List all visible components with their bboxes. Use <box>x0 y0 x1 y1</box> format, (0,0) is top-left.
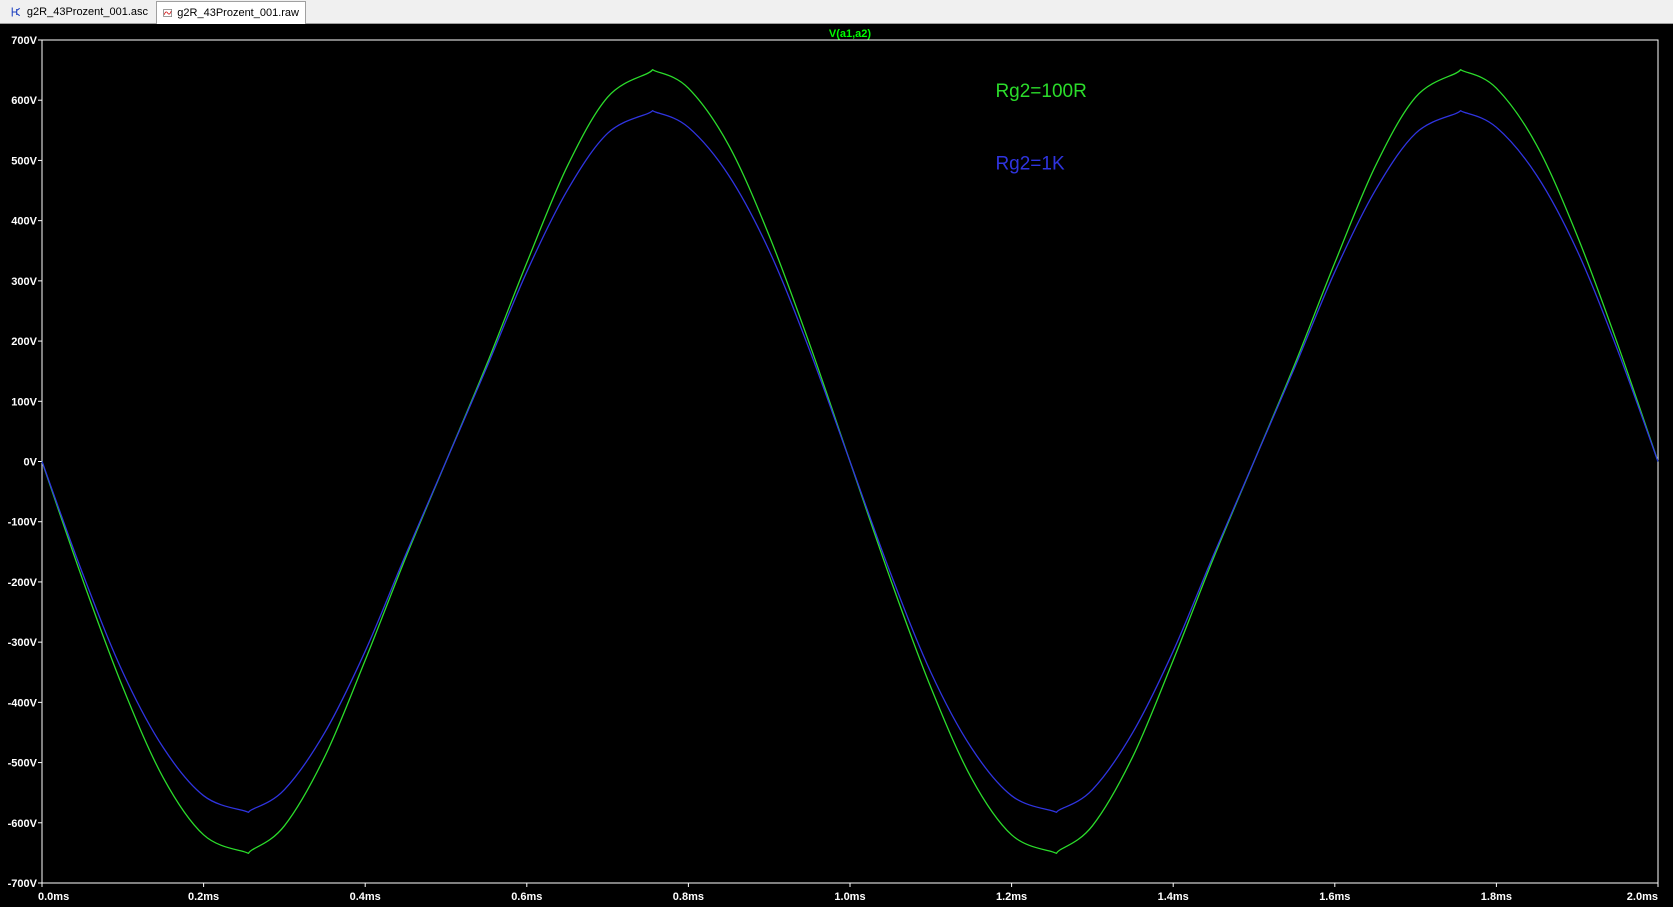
y-tick-label: -100V <box>8 517 38 529</box>
y-tick-label: -200V <box>8 577 38 589</box>
x-tick-label: 1.8ms <box>1481 891 1512 903</box>
x-tick-label: 0.4ms <box>350 891 381 903</box>
y-tick-label: 600V <box>11 95 37 107</box>
x-tick-label: 2.0ms <box>1627 891 1658 903</box>
waveform-chart[interactable]: V(a1,a2) 700V 600V 500V 400V 300V 200V 100V 0V -… <box>0 24 1673 907</box>
y-tick-label: 200V <box>11 336 37 348</box>
y-tick-label: -400V <box>8 697 38 709</box>
x-tick-label: 1.6ms <box>1319 891 1350 903</box>
y-axis: 700V 600V 500V 400V 300V 200V 100V 0V -100V -200V… <box>8 35 42 890</box>
x-tick-label: 0.0ms <box>38 891 69 903</box>
tab-waveform[interactable]: g2R_43Prozent_001.raw <box>156 1 306 24</box>
y-tick-label: -600V <box>8 818 38 830</box>
y-tick-label: 100V <box>11 396 37 408</box>
y-tick-label: -300V <box>8 637 38 649</box>
y-tick-label: 700V <box>11 35 37 47</box>
x-axis: 0.0ms 0.2ms 0.4ms 0.6ms 0.8ms 1.0ms 1.2ms 1.4ms… <box>38 883 1659 903</box>
x-tick-label: 0.2ms <box>188 891 219 903</box>
annotation-label-1: Rg2=100R <box>995 81 1086 102</box>
x-tick-label: 0.6ms <box>511 891 542 903</box>
y-tick-label: 300V <box>11 276 37 288</box>
x-tick-label: 1.0ms <box>834 891 865 903</box>
y-tick-label: 0V <box>24 457 38 469</box>
x-tick-label: 0.8ms <box>673 891 704 903</box>
annotation-label-2: Rg2=1K <box>995 153 1065 174</box>
x-tick-label: 1.4ms <box>1158 891 1189 903</box>
waveform-plot-pane[interactable]: V(a1,a2) 700V 600V 500V 400V 300V 200V 100V 0V -… <box>0 24 1673 907</box>
annotations: Rg2=100R Rg2=1K <box>995 81 1086 174</box>
y-tick-label: -500V <box>8 758 38 770</box>
schematic-icon <box>11 7 20 17</box>
trace-series-2[interactable] <box>41 110 1659 813</box>
y-tick-label: 500V <box>11 155 37 167</box>
tab-schematic[interactable]: g2R_43Prozent_001.asc <box>4 1 154 23</box>
x-tick-label: 1.2ms <box>996 891 1027 903</box>
tab-label: g2R_43Prozent_001.asc <box>26 6 148 18</box>
y-tick-label: -700V <box>8 878 38 890</box>
traces <box>41 68 1659 855</box>
chart-title: V(a1,a2) <box>829 28 872 40</box>
tab-label: g2R_43Prozent_001.raw <box>177 7 299 19</box>
y-tick-label: 400V <box>11 216 37 228</box>
waveform-icon <box>163 9 173 17</box>
document-tab-bar: g2R_43Prozent_001.asc g2R_43Prozent_001.… <box>0 0 1673 24</box>
